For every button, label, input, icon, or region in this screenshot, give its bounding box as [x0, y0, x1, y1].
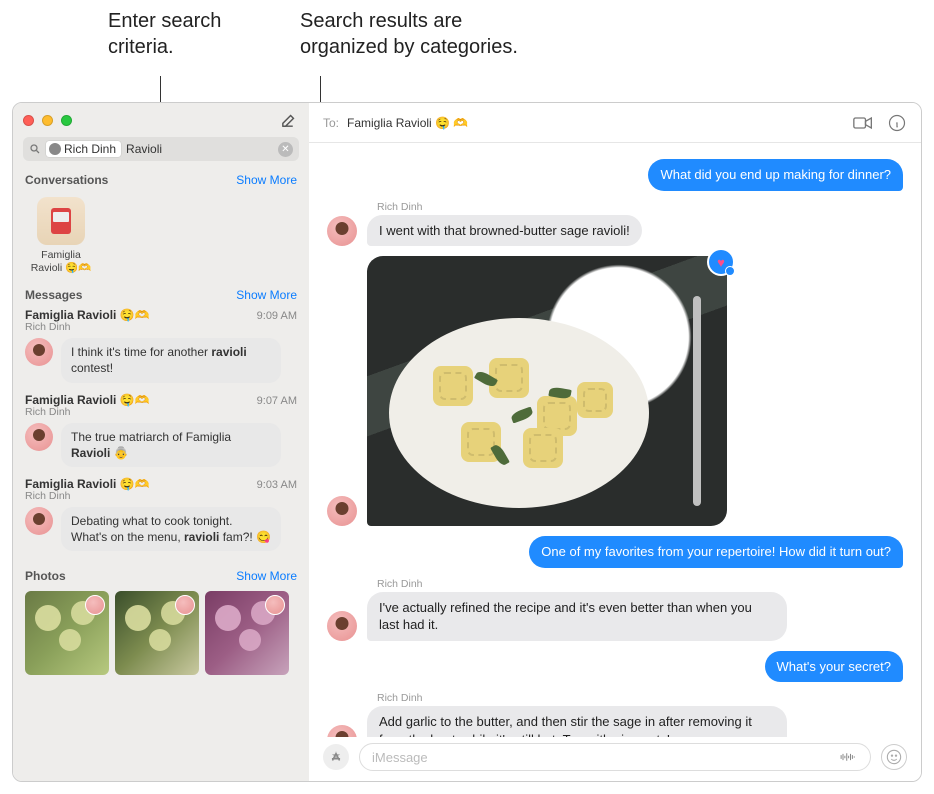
- message-title: Famiglia Ravioli 🤤🫶: [25, 393, 150, 407]
- sender-avatar[interactable]: [327, 496, 357, 526]
- search-token-label: Rich Dinh: [64, 142, 116, 156]
- photos-label: Photos: [25, 569, 66, 583]
- compose-button[interactable]: [277, 109, 299, 131]
- to-value[interactable]: Famiglia Ravioli 🤤 🫶: [347, 116, 468, 130]
- messages-header: Messages Show More: [13, 284, 309, 306]
- chat-scroll[interactable]: What did you end up making for dinner? R…: [309, 143, 921, 737]
- sender-avatar: [25, 507, 53, 535]
- avatar-badge: [265, 595, 285, 615]
- minimize-button[interactable]: [42, 115, 53, 126]
- app-icon: [329, 750, 343, 764]
- conversation-pane: To: Famiglia Ravioli 🤤 🫶 What did you en…: [309, 103, 921, 781]
- sender-avatar[interactable]: [327, 216, 357, 246]
- sender-name: Rich Dinh: [377, 201, 642, 213]
- message-result[interactable]: Famiglia Ravioli 🤤🫶 9:03 AMRich Dinh Debat…: [13, 475, 309, 559]
- search-icon: [29, 143, 41, 155]
- message-title: Famiglia Ravioli 🤤🫶: [25, 477, 150, 491]
- messages-window: Rich Dinh Ravioli ✕ Conversations Show M…: [12, 102, 922, 782]
- clear-search-button[interactable]: ✕: [278, 142, 293, 157]
- sender-avatar[interactable]: [327, 725, 357, 737]
- messages-label: Messages: [25, 288, 82, 302]
- to-label: To:: [323, 116, 339, 130]
- photos-header: Photos Show More: [13, 565, 309, 587]
- sender-avatar: [25, 338, 53, 366]
- message-time: 9:03 AM: [257, 479, 297, 491]
- person-icon: [49, 143, 61, 155]
- app-store-button[interactable]: [323, 744, 349, 770]
- facetime-button[interactable]: [853, 113, 873, 133]
- window-controls-row: [13, 103, 309, 131]
- avatar-badge: [85, 595, 105, 615]
- sender-avatar: [25, 423, 53, 451]
- info-icon: [888, 114, 906, 132]
- message-result[interactable]: Famiglia Ravioli 🤤🫶 9:07 AMRich Dinh The t…: [13, 391, 309, 475]
- message-preview: I think it's time for another ravioli co…: [61, 338, 281, 382]
- avatar-badge: [175, 595, 195, 615]
- conversation-tile[interactable]: Famiglia Ravioli 🤤🫶: [25, 197, 97, 274]
- message-time: 9:09 AM: [257, 310, 297, 322]
- compose-icon: [280, 112, 297, 129]
- message-input[interactable]: iMessage: [359, 743, 871, 771]
- emoji-picker-button[interactable]: [881, 744, 907, 770]
- annotation-search: Enter search criteria.: [108, 8, 221, 60]
- waveform-icon: [838, 750, 858, 764]
- message-title: Famiglia Ravioli 🤤🫶: [25, 308, 150, 322]
- photo-thumbnail[interactable]: [25, 591, 109, 675]
- message-from: Rich Dinh: [25, 406, 297, 418]
- show-more-photos[interactable]: Show More: [236, 569, 297, 583]
- audio-message-button[interactable]: [838, 750, 858, 764]
- sender-avatar[interactable]: [327, 611, 357, 641]
- received-message[interactable]: I've actually refined the recipe and it'…: [367, 592, 787, 641]
- message-placeholder: iMessage: [372, 750, 428, 765]
- close-button[interactable]: [23, 115, 34, 126]
- image-attachment[interactable]: [367, 256, 727, 526]
- video-icon: [853, 116, 873, 130]
- sender-name: Rich Dinh: [377, 578, 787, 590]
- photo-thumbnail[interactable]: [205, 591, 289, 675]
- heart-icon: ♥: [717, 255, 725, 270]
- show-more-conversations[interactable]: Show More: [236, 173, 297, 187]
- message-result[interactable]: Famiglia Ravioli 🤤🫶 9:09 AMRich Dinh I thi…: [13, 306, 309, 390]
- received-message[interactable]: Add garlic to the butter, and then stir …: [367, 706, 787, 737]
- message-from: Rich Dinh: [25, 321, 297, 333]
- annotation-categories: Search results are organized by categori…: [300, 8, 518, 60]
- message-preview: The true matriarch of Famiglia Ravioli 👵: [61, 423, 281, 467]
- details-button[interactable]: [887, 113, 907, 133]
- conversation-avatar: [37, 197, 85, 245]
- message-input-bar: iMessage: [309, 737, 921, 781]
- sent-message[interactable]: What did you end up making for dinner?: [648, 159, 903, 191]
- conversation-header: To: Famiglia Ravioli 🤤 🫶: [309, 103, 921, 143]
- search-text[interactable]: Ravioli: [126, 142, 162, 156]
- sent-message[interactable]: One of my favorites from your repertoire…: [529, 536, 903, 568]
- conversations-label: Conversations: [25, 173, 108, 187]
- search-token[interactable]: Rich Dinh: [46, 141, 121, 157]
- photo-thumbnail[interactable]: [115, 591, 199, 675]
- tapback-love[interactable]: ♥: [707, 248, 735, 276]
- sent-message[interactable]: What's your secret?: [765, 651, 903, 683]
- smiley-icon: [886, 749, 902, 765]
- received-message[interactable]: I went with that browned-butter sage rav…: [367, 215, 642, 247]
- sender-name: Rich Dinh: [377, 692, 787, 704]
- message-from: Rich Dinh: [25, 490, 297, 502]
- search-field[interactable]: Rich Dinh Ravioli ✕: [23, 137, 299, 161]
- fullscreen-button[interactable]: [61, 115, 72, 126]
- message-time: 9:07 AM: [257, 395, 297, 407]
- sidebar: Rich Dinh Ravioli ✕ Conversations Show M…: [13, 103, 309, 781]
- conversation-tile-label: Famiglia Ravioli 🤤🫶: [25, 249, 97, 274]
- show-more-messages[interactable]: Show More: [236, 288, 297, 302]
- message-preview: Debating what to cook tonight. What's on…: [61, 507, 281, 551]
- conversations-header: Conversations Show More: [13, 169, 309, 191]
- photos-row: [13, 587, 309, 687]
